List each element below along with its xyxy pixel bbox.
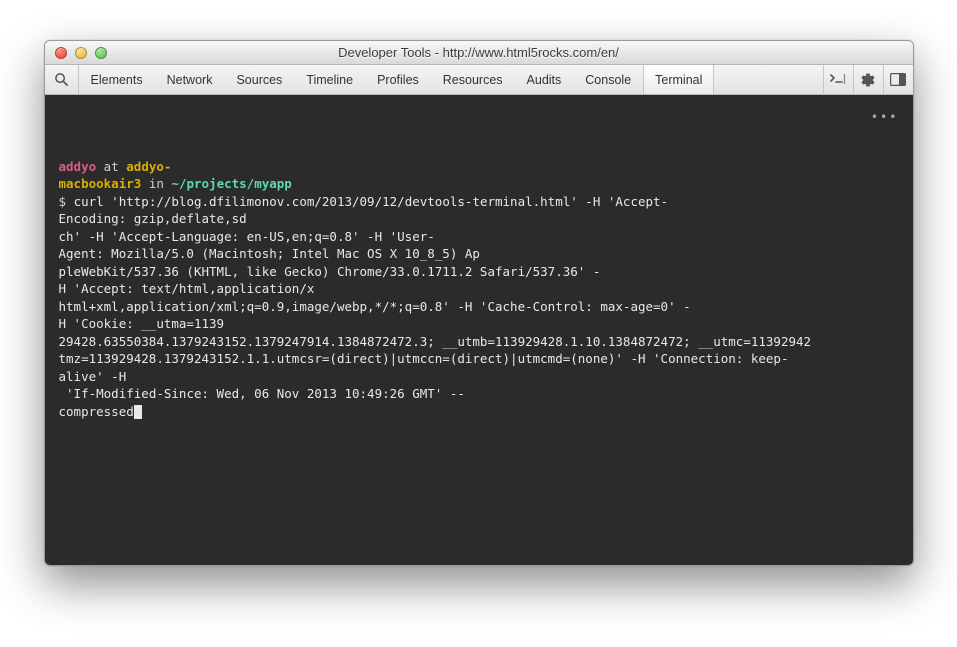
- tab-network[interactable]: Network: [155, 65, 225, 94]
- show-drawer-button[interactable]: [823, 65, 853, 95]
- devtools-window: Developer Tools - http://www.html5rocks.…: [44, 40, 914, 566]
- zoom-button[interactable]: [95, 47, 107, 59]
- tab-sources[interactable]: Sources: [224, 65, 294, 94]
- cursor: [134, 405, 142, 419]
- drawer-icon: [830, 73, 847, 86]
- dock-button[interactable]: [883, 65, 913, 95]
- traffic-lights: [45, 47, 107, 59]
- tab-console[interactable]: Console: [573, 65, 643, 94]
- tab-profiles[interactable]: Profiles: [365, 65, 431, 94]
- window-title: Developer Tools - http://www.html5rocks.…: [45, 45, 913, 60]
- inspect-button[interactable]: [45, 65, 79, 94]
- overflow-menu-button[interactable]: •••: [871, 109, 899, 126]
- tab-timeline[interactable]: Timeline: [294, 65, 365, 94]
- titlebar: Developer Tools - http://www.html5rocks.…: [45, 41, 913, 65]
- terminal-command-text: curl 'http://blog.dfilimonov.com/2013/09…: [59, 194, 812, 419]
- toolbar: ElementsNetworkSourcesTimelineProfilesRe…: [45, 65, 913, 95]
- settings-button[interactable]: [853, 65, 883, 95]
- minimize-button[interactable]: [75, 47, 87, 59]
- search-icon: [54, 72, 69, 87]
- prompt-symbol: $: [59, 194, 67, 209]
- tab-audits[interactable]: Audits: [515, 65, 574, 94]
- tab-elements[interactable]: Elements: [79, 65, 155, 94]
- terminal-panel[interactable]: ••• addyo at addyo- macbookair3 in ~/pro…: [45, 95, 913, 565]
- gear-icon: [860, 72, 876, 88]
- prompt-path: ~/projects/myapp: [171, 176, 291, 191]
- toolbar-right: [823, 65, 913, 94]
- prompt-at: at: [104, 159, 119, 174]
- dock-icon: [890, 73, 906, 86]
- prompt-in: in: [149, 176, 164, 191]
- tab-resources[interactable]: Resources: [431, 65, 515, 94]
- terminal-output: addyo at addyo- macbookair3 in ~/project…: [59, 158, 903, 421]
- tab-terminal[interactable]: Terminal: [643, 65, 714, 94]
- close-button[interactable]: [55, 47, 67, 59]
- toolbar-spacer: [714, 65, 822, 94]
- prompt-host-part1: addyo-: [126, 159, 171, 174]
- prompt-user: addyo: [59, 159, 97, 174]
- prompt-host-part2: macbookair3: [59, 176, 142, 191]
- tabs: ElementsNetworkSourcesTimelineProfilesRe…: [79, 65, 715, 94]
